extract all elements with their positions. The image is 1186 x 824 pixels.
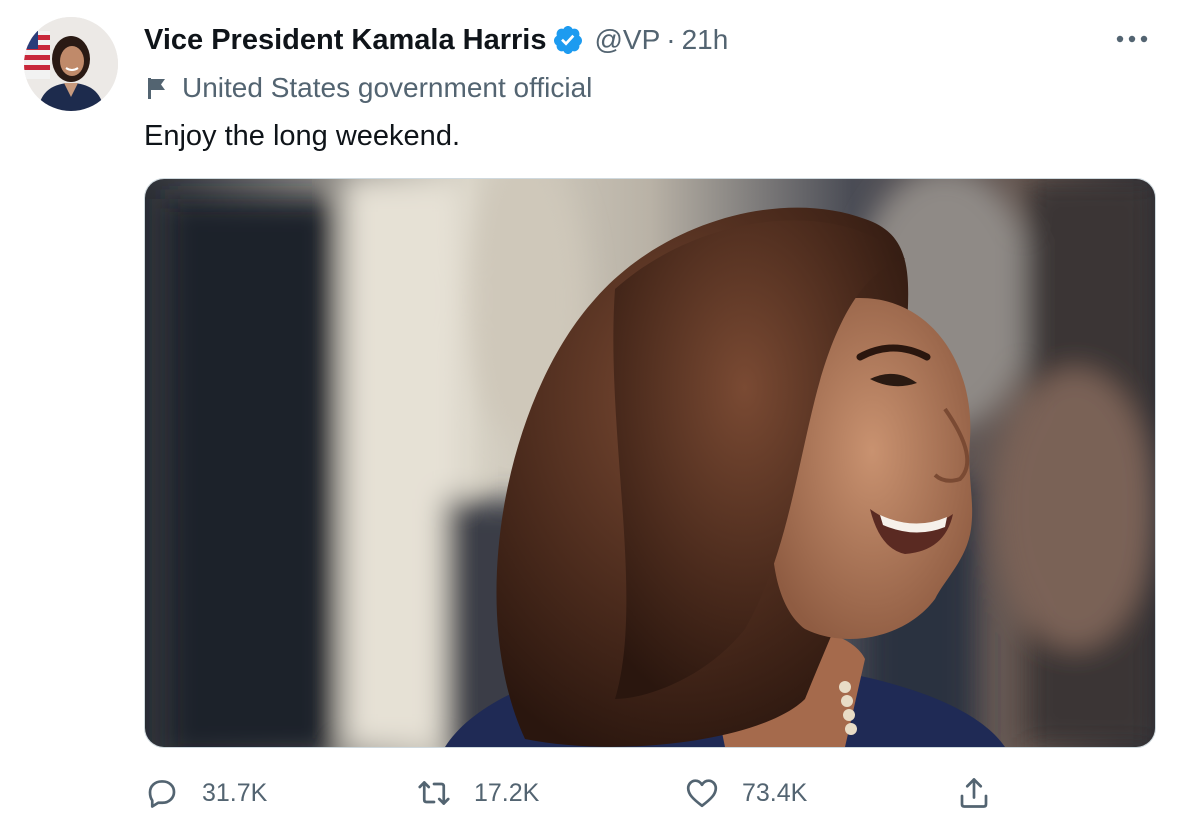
tweet-card: Vice President Kamala Harris @VP · 21h U… xyxy=(0,0,1186,824)
account-label-text[interactable]: United States government official xyxy=(182,72,592,104)
share-icon xyxy=(960,778,988,808)
retweet-button[interactable]: 17.2K xyxy=(416,772,539,814)
account-label: United States government official xyxy=(146,68,592,108)
user-handle[interactable]: @VP xyxy=(594,24,660,56)
retweet-count: 17.2K xyxy=(474,778,540,807)
tweet-timestamp[interactable]: 21h xyxy=(682,24,729,56)
reply-icon xyxy=(148,780,176,808)
tweet-photo[interactable] xyxy=(144,178,1156,748)
separator-dot: · xyxy=(666,24,676,55)
avatar[interactable] xyxy=(24,17,118,111)
display-name[interactable]: Vice President Kamala Harris xyxy=(144,24,546,57)
flag-icon xyxy=(148,78,165,99)
reply-count: 31.7K xyxy=(202,778,268,807)
reply-button[interactable]: 31.7K xyxy=(144,772,267,814)
like-count: 73.4K xyxy=(742,778,808,807)
more-options-icon xyxy=(1116,35,1148,43)
avatar-photo xyxy=(24,17,118,111)
like-button[interactable]: 73.4K xyxy=(684,772,807,814)
more-options-button[interactable] xyxy=(1112,22,1152,56)
verified-badge-icon xyxy=(552,24,584,56)
retweet-icon xyxy=(418,781,450,805)
share-button[interactable] xyxy=(956,772,992,814)
tweet-actions: 31.7K 17.2K 73.4K xyxy=(144,772,1154,814)
heart-icon xyxy=(686,779,718,808)
tweet-text: Enjoy the long weekend. xyxy=(144,120,460,152)
tweet-header: Vice President Kamala Harris @VP · 21h xyxy=(144,20,728,60)
photo-image xyxy=(145,179,1155,747)
